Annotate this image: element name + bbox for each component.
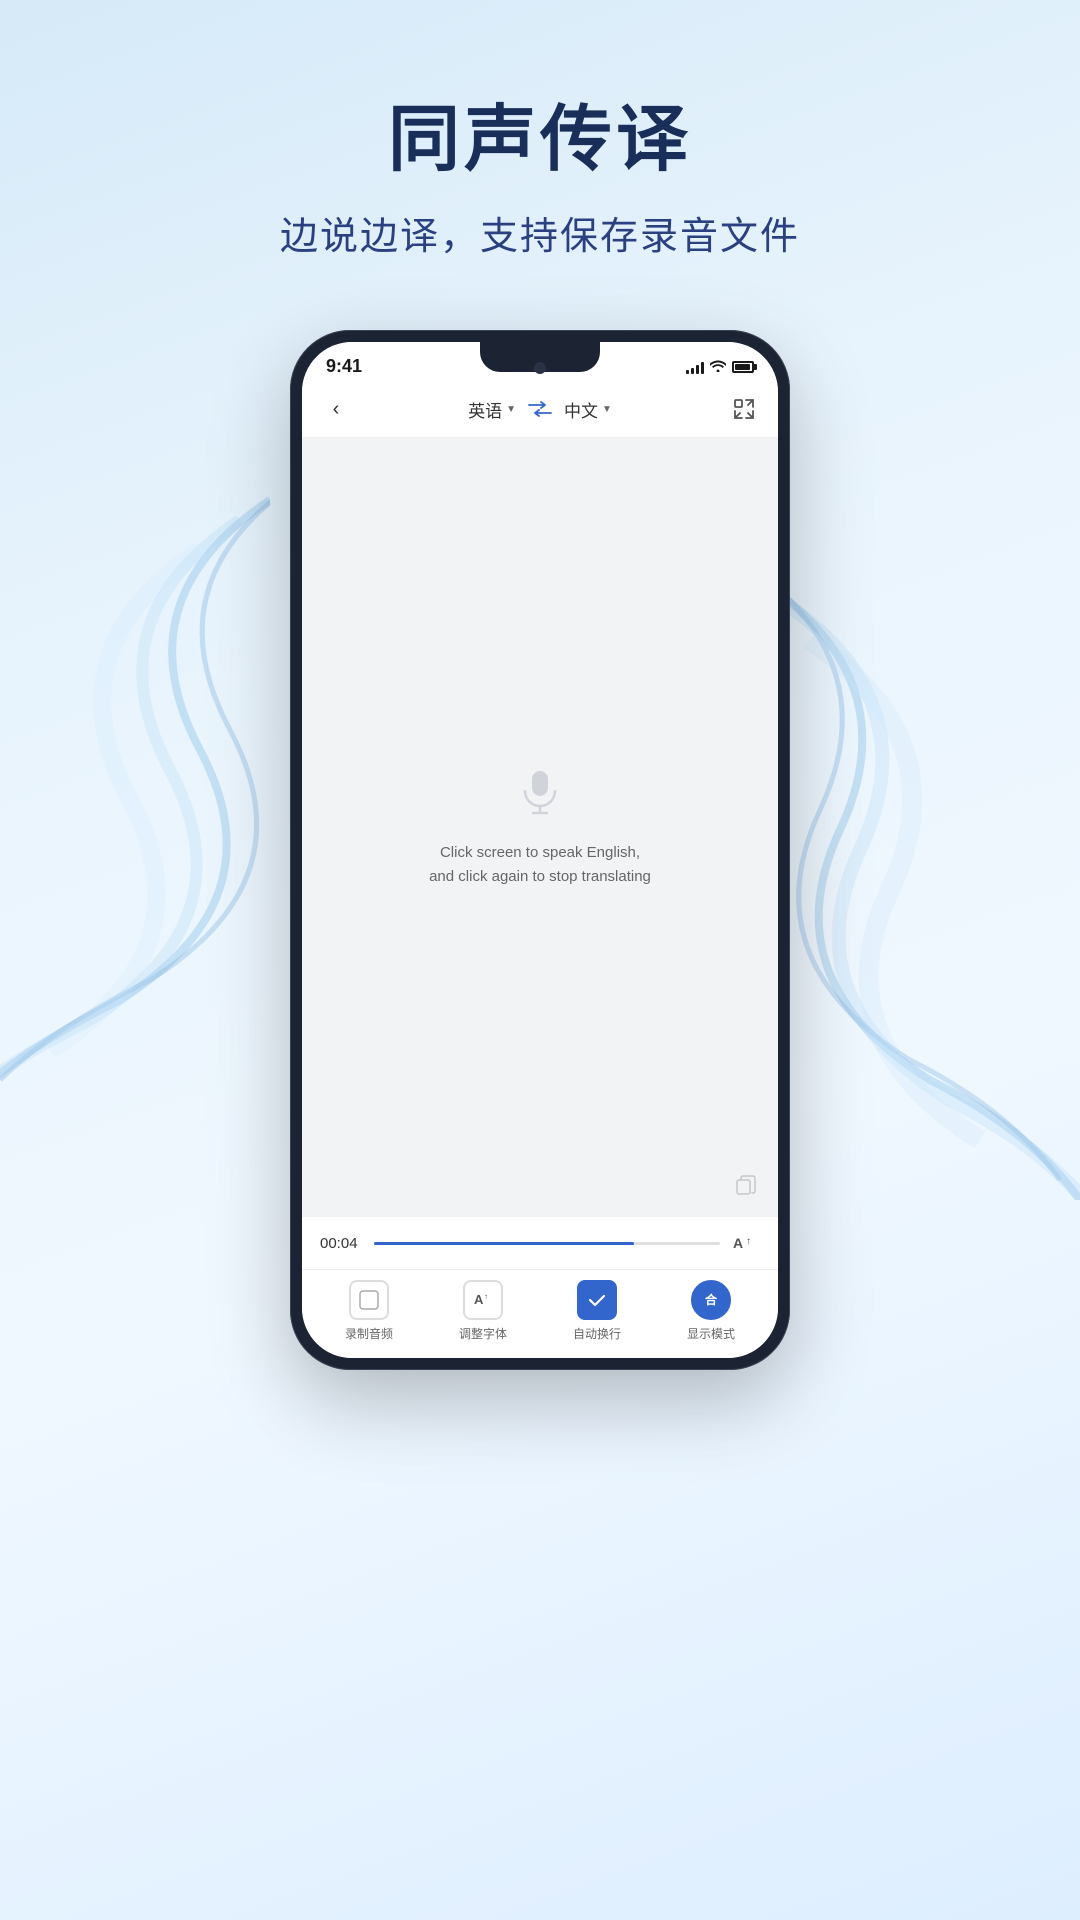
auto-wrap-tool[interactable]: 自动换行 — [552, 1280, 642, 1342]
source-language-text: 英语 — [468, 397, 502, 422]
language-controls: 英语 ▼ 中文 ▼ — [352, 397, 728, 422]
progress-track — [374, 1242, 720, 1245]
adjust-font-label: 调整字体 — [459, 1325, 507, 1342]
app-topbar: ‹ 英语 ▼ 中文 ▼ — [302, 385, 778, 438]
adjust-font-icon-box: A ↑ — [463, 1280, 503, 1320]
auto-wrap-icon-box — [577, 1280, 617, 1320]
svg-text:A: A — [733, 1235, 743, 1251]
timer-display: 00:04 — [320, 1235, 362, 1252]
translation-area[interactable]: Click screen to speak English,and click … — [302, 438, 778, 1217]
svg-text:A: A — [474, 1292, 484, 1307]
record-audio-icon — [358, 1289, 380, 1311]
phone-frame: 9:41 — [290, 330, 790, 1370]
wifi-icon — [710, 359, 726, 375]
source-language-selector[interactable]: 英语 ▼ — [468, 397, 516, 422]
back-button[interactable]: ‹ — [320, 393, 352, 425]
display-mode-label: 显示模式 — [687, 1325, 735, 1342]
phone-screen: 9:41 — [302, 342, 778, 1358]
auto-wrap-icon — [586, 1289, 608, 1311]
mic-icon-container — [515, 766, 565, 821]
progress-fill — [374, 1242, 634, 1245]
svg-text:↑: ↑ — [484, 1292, 488, 1301]
phone-notch — [480, 342, 600, 372]
record-audio-label: 录制音频 — [345, 1325, 393, 1342]
record-audio-icon-box — [349, 1280, 389, 1320]
record-audio-tool[interactable]: 录制音频 — [324, 1280, 414, 1342]
signal-icon — [686, 360, 704, 374]
app-subtitle: 边说边译，支持保存录音文件 — [0, 205, 1080, 260]
app-title: 同声传译 — [0, 80, 1080, 185]
microphone-icon — [515, 766, 565, 816]
adjust-font-icon: A ↑ — [472, 1289, 494, 1311]
display-mode-icon: 合 — [700, 1289, 722, 1311]
status-icons — [686, 359, 754, 375]
bottom-toolbar: 录制音频 A ↑ 调整字体 — [302, 1269, 778, 1358]
copy-button[interactable] — [730, 1169, 762, 1201]
target-lang-dropdown-icon: ▼ — [602, 404, 612, 415]
auto-wrap-label: 自动换行 — [573, 1325, 621, 1342]
adjust-font-tool[interactable]: A ↑ 调整字体 — [438, 1280, 528, 1342]
svg-text:合: 合 — [705, 1292, 718, 1307]
target-language-selector[interactable]: 中文 ▼ — [564, 397, 612, 422]
target-language-text: 中文 — [564, 397, 598, 422]
phone-mockup: 9:41 — [0, 330, 1080, 1370]
svg-text:↑: ↑ — [746, 1236, 751, 1247]
display-mode-tool[interactable]: 合 显示模式 — [666, 1280, 756, 1342]
hint-text: Click screen to speak English,and click … — [389, 841, 691, 889]
swap-languages-button[interactable] — [528, 401, 552, 417]
battery-icon — [732, 361, 754, 373]
progress-bar-section: 00:04 A ↑ — [302, 1217, 778, 1269]
app-header: 同声传译 边说边译，支持保存录音文件 — [0, 0, 1080, 300]
fullscreen-button[interactable] — [728, 393, 760, 425]
source-lang-dropdown-icon: ▼ — [506, 404, 516, 415]
status-time: 9:41 — [326, 356, 362, 377]
font-adjust-icon[interactable]: A ↑ — [732, 1229, 760, 1257]
phone-camera — [534, 362, 546, 374]
display-mode-icon-box: 合 — [691, 1280, 731, 1320]
